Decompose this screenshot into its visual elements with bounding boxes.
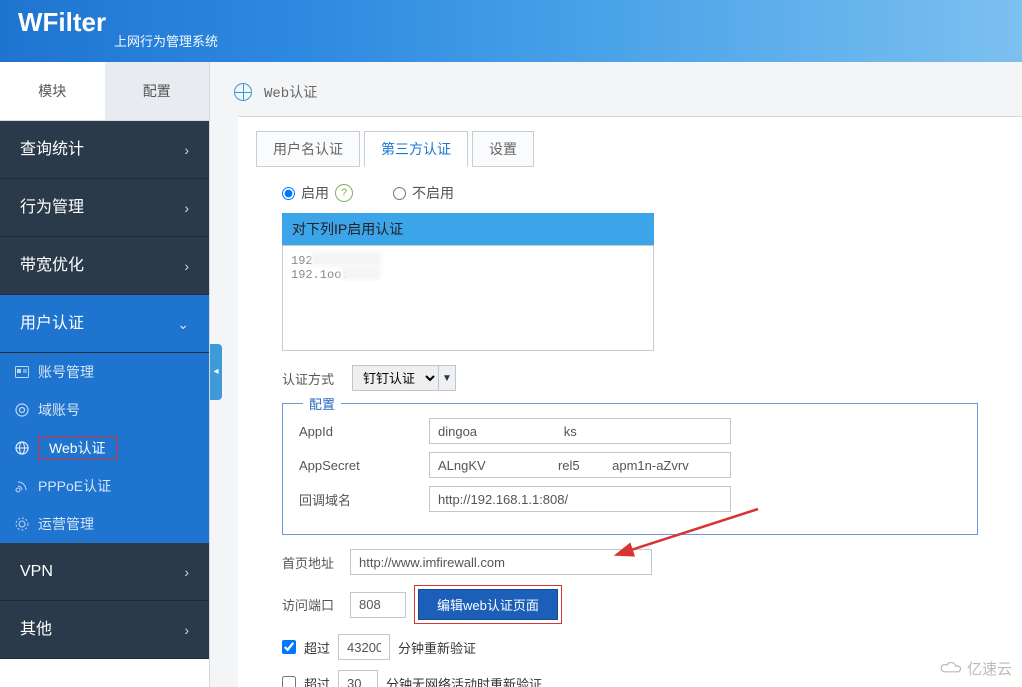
radio-disable-input[interactable]	[393, 187, 406, 200]
inner-tabs: 用户名认证 第三方认证 设置	[256, 131, 1004, 167]
appid-label: AppId	[299, 424, 429, 439]
radio-enable[interactable]: 启用 ?	[282, 183, 353, 203]
sidebar-item-webauth[interactable]: Web认证	[0, 429, 209, 467]
appid-input[interactable]	[429, 418, 731, 444]
chevron-down-icon: ⌄	[177, 295, 189, 353]
chevron-right-icon: ›	[184, 179, 189, 237]
tab-thirdparty-auth[interactable]: 第三方认证	[364, 131, 468, 167]
config-fieldset: 配置 AppId AppSecret 回调域名	[282, 403, 978, 535]
reauth-over-label: 超过	[304, 638, 330, 657]
appsecret-label: AppSecret	[299, 458, 429, 473]
port-input[interactable]	[350, 592, 406, 618]
ip-list-box[interactable]: 192 192.1oo.	[282, 245, 654, 351]
sidebar-item-label: 域账号	[38, 391, 80, 429]
idle-checkbox[interactable]	[282, 676, 296, 687]
config-legend: 配置	[303, 394, 341, 413]
radio-disable-label: 不启用	[412, 183, 454, 203]
watermark-text: 亿速云	[967, 658, 1012, 679]
sidebar-item-label: 账号管理	[38, 353, 94, 391]
callback-label: 回调域名	[299, 490, 429, 509]
main-content: Web认证 用户名认证 第三方认证 设置 启用 ? 不启用	[210, 62, 1022, 687]
sidebar-group-vpn[interactable]: VPN ›	[0, 543, 209, 601]
network-icon	[14, 478, 30, 494]
tab-username-auth[interactable]: 用户名认证	[256, 131, 360, 167]
sidebar-item-label: Web认证	[38, 436, 117, 460]
sidebar-item-ops[interactable]: 运营管理	[0, 505, 209, 543]
radio-enable-label: 启用	[301, 183, 329, 203]
auth-method-label: 认证方式	[282, 369, 342, 388]
sidebar-item-label: 运营管理	[38, 505, 94, 543]
globe-icon	[14, 440, 30, 456]
idle-suffix: 分钟无网络活动时重新验证	[386, 674, 542, 687]
sidebar-group-label: 带宽优化	[20, 237, 84, 295]
sidebar-group-query[interactable]: 查询统计 ›	[0, 121, 209, 179]
sidebar-group-bandwidth[interactable]: 带宽优化 ›	[0, 237, 209, 295]
globe-icon	[234, 83, 252, 101]
ip-list-title: 对下列IP启用认证	[282, 213, 654, 245]
highlight-box: 编辑web认证页面	[414, 585, 562, 624]
sidebar-group-behavior[interactable]: 行为管理 ›	[0, 179, 209, 237]
sidebar-item-domain[interactable]: 域账号	[0, 391, 209, 429]
radio-disable[interactable]: 不启用	[393, 183, 454, 203]
sidebar-item-account[interactable]: 账号管理	[0, 353, 209, 391]
app-header: WFilter 上网行为管理系统	[0, 0, 1022, 62]
sidebar-group-label: 查询统计	[20, 121, 84, 179]
sidebar-group-userauth[interactable]: 用户认证 ⌄	[0, 295, 209, 353]
page-title: Web认证	[264, 82, 317, 102]
brand-subtitle: 上网行为管理系统	[114, 31, 218, 50]
idle-over-label: 超过	[304, 674, 330, 687]
brand-name: WFilter	[18, 9, 106, 35]
chevron-right-icon: ›	[184, 121, 189, 179]
enable-radio-row: 启用 ? 不启用	[256, 183, 1004, 203]
sidebar-tab-module[interactable]: 模块	[0, 62, 105, 120]
reauth-row: 超过 分钟重新验证	[256, 634, 1004, 660]
homeurl-row: 首页地址	[256, 549, 1004, 575]
sidebar-group-other[interactable]: 其他 ›	[0, 601, 209, 659]
auth-method-select[interactable]: 钉钉认证	[352, 365, 438, 391]
idle-row: 超过 分钟无网络活动时重新验证	[256, 670, 1004, 687]
chevron-right-icon: ›	[184, 601, 189, 659]
callback-input[interactable]	[429, 486, 731, 512]
settings-panel: 用户名认证 第三方认证 设置 启用 ? 不启用 对下列IP启用认证	[238, 116, 1022, 687]
tab-settings[interactable]: 设置	[472, 131, 534, 167]
homeurl-label: 首页地址	[282, 553, 342, 572]
port-row: 访问端口 编辑web认证页面	[256, 585, 1004, 624]
chevron-right-icon: ›	[184, 543, 189, 601]
homeurl-input[interactable]	[350, 549, 652, 575]
edit-auth-page-button[interactable]: 编辑web认证页面	[418, 589, 558, 620]
reauth-minutes-input[interactable]	[338, 634, 390, 660]
cloud-icon	[939, 661, 963, 677]
radio-enable-input[interactable]	[282, 187, 295, 200]
appsecret-input[interactable]	[429, 452, 731, 478]
sidebar-group-label: 行为管理	[20, 179, 84, 237]
sidebar-collapse-handle[interactable]: ◂	[210, 344, 222, 400]
chevron-right-icon: ›	[184, 237, 189, 295]
gear-icon	[14, 516, 30, 532]
reauth-checkbox[interactable]	[282, 640, 296, 654]
sidebar-group-label: VPN	[20, 543, 53, 601]
help-icon[interactable]: ?	[335, 184, 353, 202]
sidebar-item-label: PPPoE认证	[38, 467, 111, 505]
sidebar-group-label: 用户认证	[20, 295, 84, 353]
reauth-suffix: 分钟重新验证	[398, 638, 476, 657]
page-title-row: Web认证	[234, 82, 1022, 102]
sidebar-group-label: 其他	[20, 601, 52, 659]
watermark: 亿速云	[939, 658, 1012, 679]
dropdown-icon[interactable]: ▼	[438, 365, 456, 391]
auth-method-row: 认证方式 钉钉认证 ▼	[256, 365, 1004, 391]
sidebar: 模块 配置 查询统计 › 行为管理 › 带宽优化 › 用户认证 ⌄ 账号管理	[0, 62, 210, 687]
sidebar-item-pppoe[interactable]: PPPoE认证	[0, 467, 209, 505]
sidebar-tab-config[interactable]: 配置	[105, 62, 210, 120]
port-label: 访问端口	[282, 595, 342, 614]
at-icon	[14, 402, 30, 418]
idle-minutes-input[interactable]	[338, 670, 378, 687]
sidebar-tabs: 模块 配置	[0, 62, 209, 121]
id-card-icon	[14, 364, 30, 380]
